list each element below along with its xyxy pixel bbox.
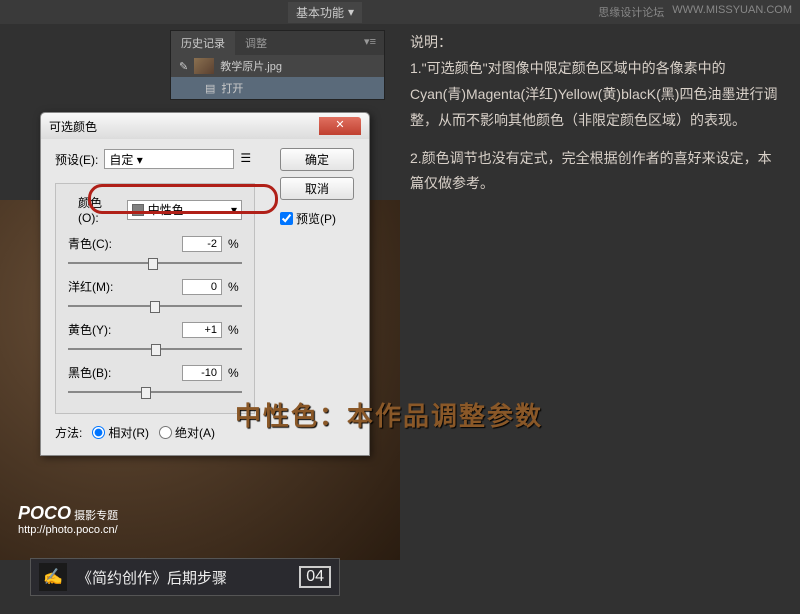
poco-watermark: POCO 摄影专题 http://photo.poco.cn/ xyxy=(18,503,118,536)
workspace-dropdown[interactable]: 基本功能 ▾ xyxy=(288,2,362,23)
explanation-text: 说明： 1."可选颜色"对图像中限定颜色区域中的各像素中的Cyan(青)Mage… xyxy=(410,30,785,197)
tutorial-title: 《简约创作》后期步骤 xyxy=(77,567,227,588)
close-icon[interactable]: ✕ xyxy=(319,117,361,135)
magenta-input[interactable] xyxy=(182,279,222,295)
chevron-down-icon: ▾ xyxy=(231,203,237,217)
yellow-input[interactable] xyxy=(182,322,222,338)
history-label: 教学原片.jpg xyxy=(220,58,282,74)
ok-button[interactable]: 确定 xyxy=(280,148,354,171)
chevron-down-icon: ▾ xyxy=(348,5,354,19)
black-input[interactable] xyxy=(182,365,222,381)
preset-label: 预设(E): xyxy=(55,151,98,168)
annotation-title: 中性色：本作品调整参数 xyxy=(235,396,543,433)
swatch-icon xyxy=(132,204,144,216)
thumbnail xyxy=(194,58,214,74)
cyan-slider[interactable] xyxy=(68,254,242,272)
magenta-label: 洋红(M): xyxy=(68,278,123,295)
tab-history[interactable]: 历史记录 xyxy=(171,31,235,55)
cancel-button[interactable]: 取消 xyxy=(280,177,354,200)
open-icon: ▤ xyxy=(205,82,215,95)
yellow-label: 黄色(Y): xyxy=(68,321,123,338)
method-absolute[interactable]: 绝对(A) xyxy=(159,424,215,441)
tab-adjust[interactable]: 调整 xyxy=(235,31,277,55)
preview-checkbox[interactable]: 预览(P) xyxy=(280,210,354,227)
dialog-titlebar[interactable]: 可选颜色 ✕ xyxy=(41,113,369,139)
history-step[interactable]: ▤ 打开 xyxy=(171,77,384,99)
color-label: 颜色(O): xyxy=(78,194,121,225)
color-select[interactable]: 中性色 ▾ xyxy=(127,200,242,220)
brand-url: WWW.MISSYUAN.COM xyxy=(672,4,792,20)
step-number: 04 xyxy=(299,566,331,588)
history-panel: 历史记录 调整 ▾≡ ✎ 教学原片.jpg ▤ 打开 xyxy=(170,30,385,100)
brush-icon: ✎ xyxy=(179,60,188,73)
history-root[interactable]: ✎ 教学原片.jpg xyxy=(171,55,384,77)
method-relative[interactable]: 相对(R) xyxy=(92,424,149,441)
chevron-down-icon: ▾ xyxy=(137,153,143,167)
preset-menu-icon[interactable]: ☰ xyxy=(240,151,256,167)
dialog-title-text: 可选颜色 xyxy=(49,118,97,135)
tutorial-footer: ✍ 《简约创作》后期步骤 04 xyxy=(30,558,340,596)
cyan-label: 青色(C): xyxy=(68,235,123,252)
cyan-input[interactable] xyxy=(182,236,222,252)
magenta-slider[interactable] xyxy=(68,297,242,315)
preset-select[interactable]: 自定 ▾ xyxy=(104,149,234,169)
black-label: 黑色(B): xyxy=(68,364,123,381)
brand-text: 思缘设计论坛 xyxy=(598,4,664,20)
black-slider[interactable] xyxy=(68,383,242,401)
workspace-label: 基本功能 xyxy=(296,4,344,21)
method-label: 方法: xyxy=(55,424,82,441)
panel-menu-icon[interactable]: ▾≡ xyxy=(356,31,384,55)
history-label: 打开 xyxy=(221,80,243,96)
app-top-bar: 基本功能 ▾ 思缘设计论坛 WWW.MISSYUAN.COM xyxy=(0,0,800,24)
tool-icon: ✍ xyxy=(39,563,67,591)
yellow-slider[interactable] xyxy=(68,340,242,358)
